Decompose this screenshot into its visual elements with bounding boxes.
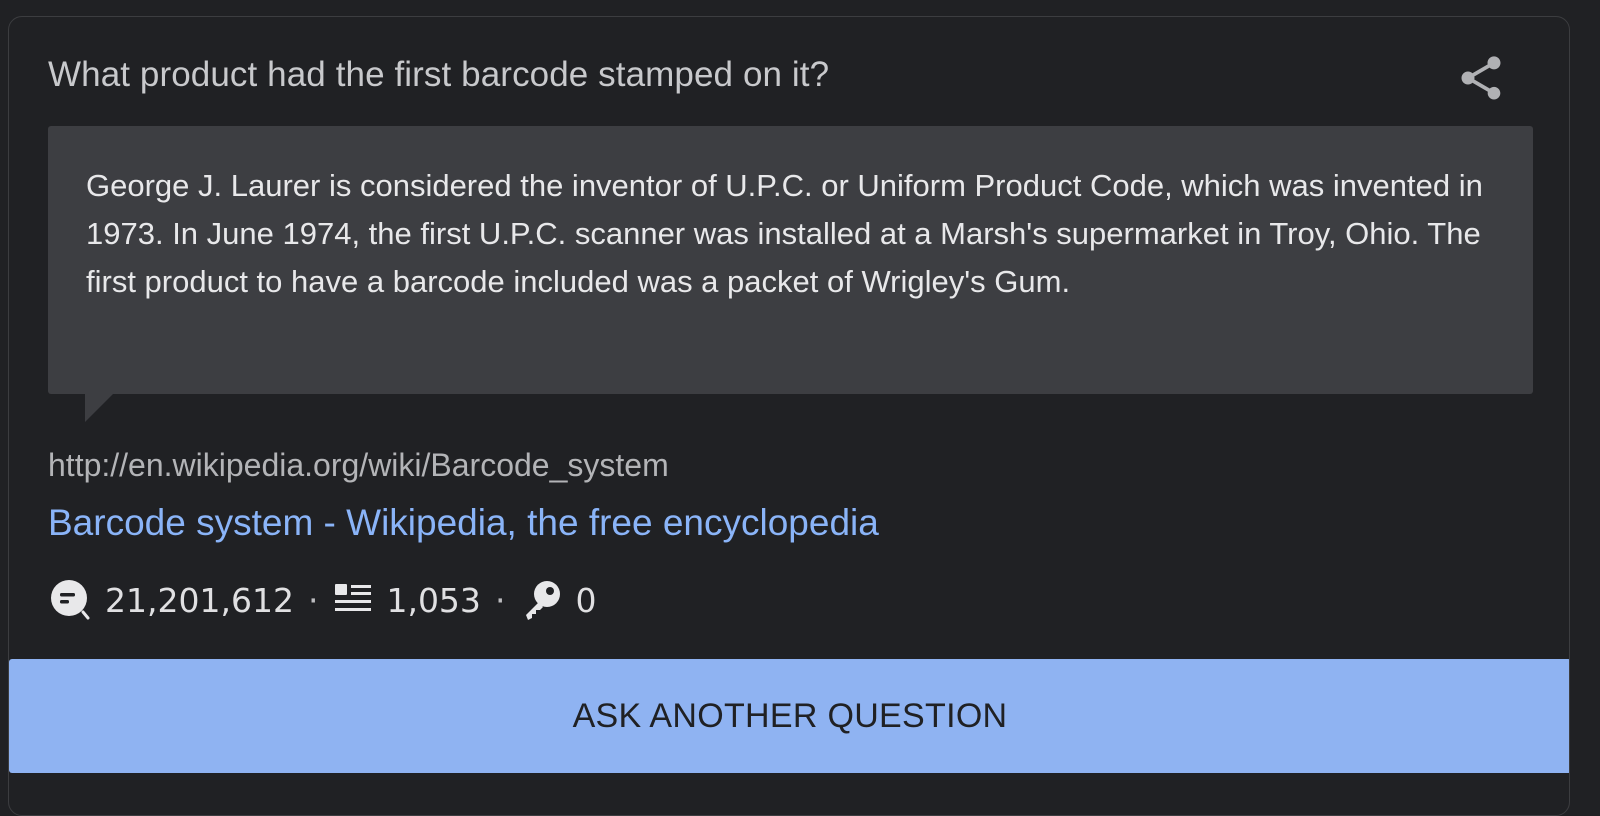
source-url: http://en.wikipedia.org/wiki/Barcode_sys… bbox=[48, 447, 669, 483]
share-icon[interactable] bbox=[1455, 52, 1507, 104]
questions-count: 21,201,612 bbox=[105, 580, 294, 620]
speech-bubble-tail bbox=[85, 393, 114, 422]
question-bubble-icon bbox=[49, 578, 93, 622]
article-list-icon bbox=[332, 580, 374, 620]
stat-separator: · bbox=[307, 580, 319, 620]
source-link[interactable]: Barcode system - Wikipedia, the free enc… bbox=[48, 502, 879, 544]
stats-row: 21,201,612 · 1,053 · 0 bbox=[49, 578, 596, 622]
key-icon bbox=[519, 578, 563, 622]
stat-separator: · bbox=[494, 580, 506, 620]
articles-count: 1,053 bbox=[386, 580, 481, 620]
ask-another-question-button[interactable]: ASK ANOTHER QUESTION bbox=[9, 659, 1569, 773]
answers-count: 0 bbox=[575, 580, 597, 620]
question-title: What product had the first barcode stamp… bbox=[48, 55, 830, 94]
answer-text: George J. Laurer is considered the inven… bbox=[48, 126, 1533, 394]
answer-card: What product had the first barcode stamp… bbox=[8, 16, 1570, 816]
